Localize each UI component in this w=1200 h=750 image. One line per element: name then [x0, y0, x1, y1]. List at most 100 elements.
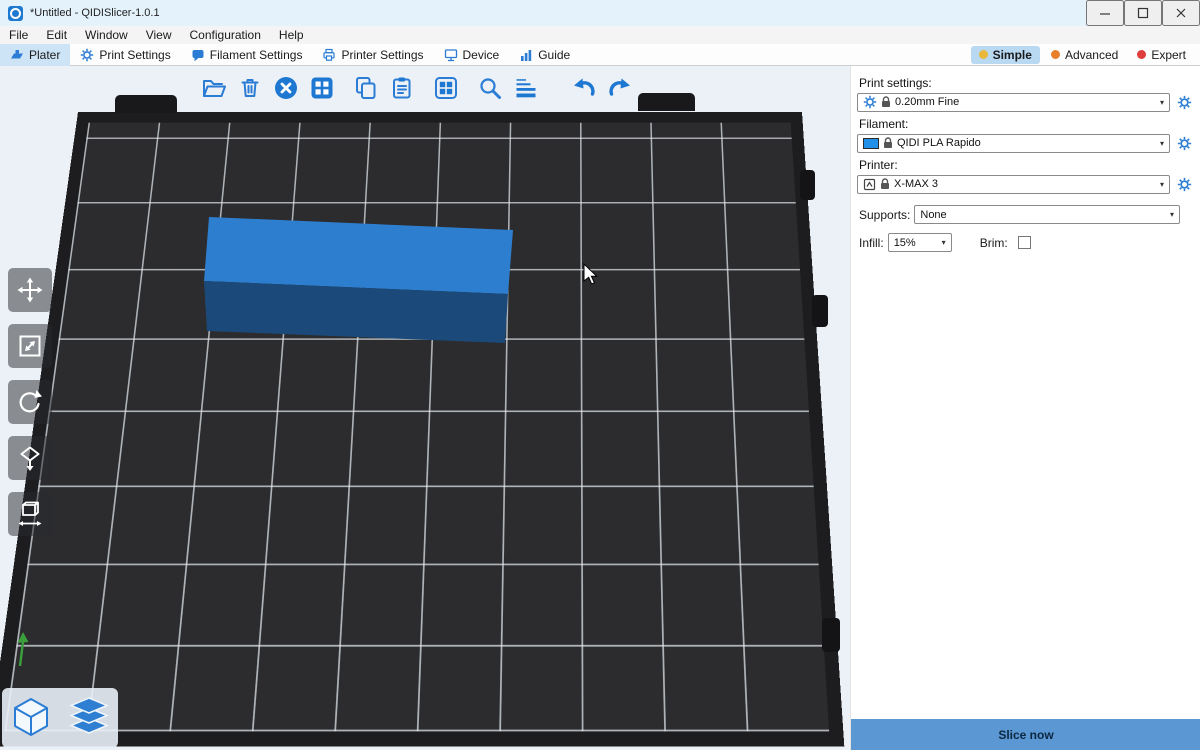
- printer-label: Printer:: [859, 158, 1200, 172]
- split-objects-icon: [433, 75, 459, 101]
- undo-button[interactable]: [566, 70, 602, 106]
- tab-guide[interactable]: Guide: [509, 44, 580, 66]
- tab-filament-settings[interactable]: Filament Settings: [181, 44, 313, 66]
- tab-print-settings[interactable]: Print Settings: [70, 44, 180, 66]
- filament-combo[interactable]: QIDI PLA Rapido ▾: [857, 134, 1170, 153]
- delete-all-button[interactable]: [268, 70, 304, 106]
- window-controls: [1086, 0, 1200, 26]
- menu-edit[interactable]: Edit: [37, 26, 76, 44]
- menu-view[interactable]: View: [137, 26, 181, 44]
- infill-label: Infill:: [859, 236, 884, 250]
- gear-icon: [863, 95, 877, 109]
- menu-file[interactable]: File: [0, 26, 37, 44]
- rotate-icon: [16, 388, 44, 416]
- lock-icon: [880, 178, 890, 190]
- tab-printer-settings[interactable]: Printer Settings: [312, 44, 433, 66]
- maximize-button[interactable]: [1124, 0, 1162, 26]
- filament-color-swatch: [863, 138, 879, 149]
- open-button[interactable]: [196, 70, 232, 106]
- paste-icon: [389, 75, 415, 101]
- variable-layer-height-icon: [513, 75, 539, 101]
- tab-label: Filament Settings: [210, 48, 303, 62]
- left-toolbar: [8, 268, 52, 536]
- move-button[interactable]: [8, 268, 52, 312]
- print-settings-combo[interactable]: 0.20mm Fine ▾: [857, 93, 1170, 112]
- title-bar: *Untitled - QIDISlicer-1.0.1: [0, 0, 1200, 26]
- chevron-down-icon: ▾: [1170, 210, 1174, 219]
- printer-combo[interactable]: X-MAX 3 ▾: [857, 175, 1170, 194]
- place-on-face-icon: [16, 444, 44, 472]
- layer-height-button[interactable]: [508, 70, 544, 106]
- tab-plater[interactable]: Plater: [0, 44, 70, 66]
- view-switcher: [2, 688, 118, 748]
- bed-clip: [812, 295, 828, 327]
- layers-preview-button[interactable]: [64, 692, 114, 744]
- tab-bar: Plater Print Settings Filament Settings …: [0, 44, 1200, 66]
- minimize-icon: [1099, 7, 1111, 19]
- split-button[interactable]: [428, 70, 464, 106]
- undo-icon: [571, 75, 597, 101]
- close-icon: [1175, 7, 1187, 19]
- chevron-down-icon: ▾: [942, 238, 946, 247]
- supports-value: None: [920, 209, 946, 221]
- tab-label: Print Settings: [99, 48, 170, 62]
- delete-all-icon: [273, 75, 299, 101]
- chevron-down-icon: ▾: [1160, 180, 1164, 189]
- print-bed: [0, 112, 844, 746]
- folder-open-icon: [201, 75, 227, 101]
- infill-value: 15%: [894, 237, 916, 249]
- print-settings-gear-button[interactable]: [1174, 92, 1194, 112]
- simple-mode-dot-icon: [979, 50, 988, 59]
- mode-simple[interactable]: Simple: [971, 46, 1040, 64]
- measure-button[interactable]: [8, 492, 52, 536]
- mode-expert[interactable]: Expert: [1129, 46, 1194, 64]
- app-icon: [8, 6, 23, 21]
- tab-label: Plater: [29, 48, 60, 62]
- redo-icon: [607, 75, 633, 101]
- menu-bar: File Edit Window View Configuration Help: [0, 26, 1200, 44]
- 3d-viewport[interactable]: [0, 66, 850, 750]
- advanced-mode-dot-icon: [1051, 50, 1060, 59]
- arrange-button[interactable]: [304, 70, 340, 106]
- expert-mode-dot-icon: [1137, 50, 1146, 59]
- bed-handle: [115, 95, 177, 113]
- redo-button[interactable]: [602, 70, 638, 106]
- gear-icon: [80, 48, 94, 62]
- measure-icon: [16, 500, 44, 528]
- filament-label: Filament:: [859, 117, 1200, 131]
- search-button[interactable]: [472, 70, 508, 106]
- mode-advanced[interactable]: Advanced: [1043, 46, 1126, 64]
- mode-label: Simple: [993, 48, 1032, 62]
- move-icon: [16, 276, 44, 304]
- slice-now-button[interactable]: Slice now: [851, 719, 1200, 750]
- paste-button[interactable]: [384, 70, 420, 106]
- printer-icon: [863, 178, 876, 191]
- scale-icon: [16, 332, 44, 360]
- lock-icon: [883, 137, 893, 149]
- brim-label: Brim:: [980, 236, 1008, 250]
- tab-device[interactable]: Device: [434, 44, 510, 66]
- tab-label: Printer Settings: [341, 48, 423, 62]
- delete-button[interactable]: [232, 70, 268, 106]
- menu-window[interactable]: Window: [76, 26, 137, 44]
- copy-button[interactable]: [348, 70, 384, 106]
- menu-help[interactable]: Help: [270, 26, 313, 44]
- rotate-button[interactable]: [8, 380, 52, 424]
- 3d-view-button[interactable]: [6, 692, 56, 744]
- close-button[interactable]: [1162, 0, 1200, 26]
- plater-icon: [10, 48, 24, 62]
- scale-button[interactable]: [8, 324, 52, 368]
- bed-clip: [822, 618, 840, 652]
- menu-configuration[interactable]: Configuration: [181, 26, 270, 44]
- mode-switcher: Simple Advanced Expert: [971, 46, 1200, 64]
- supports-combo[interactable]: None ▾: [914, 205, 1180, 224]
- printer-value: X-MAX 3: [894, 178, 938, 190]
- place-on-face-button[interactable]: [8, 436, 52, 480]
- window-title: *Untitled - QIDISlicer-1.0.1: [30, 7, 160, 19]
- printer-gear-button[interactable]: [1174, 174, 1194, 194]
- filament-gear-button[interactable]: [1174, 133, 1194, 153]
- infill-combo[interactable]: 15% ▾: [888, 233, 952, 252]
- print-settings-value: 0.20mm Fine: [895, 96, 959, 108]
- brim-checkbox[interactable]: [1018, 236, 1031, 249]
- minimize-button[interactable]: [1086, 0, 1124, 26]
